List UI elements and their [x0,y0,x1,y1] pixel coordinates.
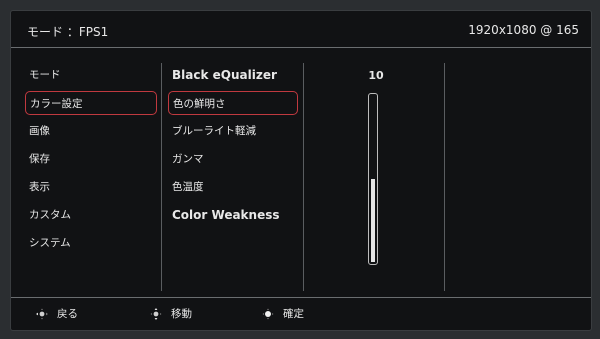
osd-header: モード ：FPS1 1920x1080 @ 165 [11,11,591,48]
column-divider [161,63,162,291]
submenu-item-color-vibrance[interactable]: 色の鮮明さ [168,91,298,115]
submenu-item-color-temperature[interactable]: 色温度 [168,175,298,199]
column-divider [444,63,445,291]
setting-value: 10 [368,69,384,82]
joystick-press-icon [261,307,275,321]
hint-confirm-label: 確定 [283,308,304,320]
submenu: Black eQualizer 色の鮮明さ ブルーライト軽減 ガンマ 色温度 C… [168,63,298,231]
joystick-left-icon [35,307,49,321]
menu-item-mode[interactable]: モード [25,63,157,87]
hint-confirm: 確定 [261,307,304,321]
slider-fill [371,179,375,262]
menu-item-display[interactable]: 表示 [25,175,157,199]
current-mode: モード ：FPS1 [27,25,109,39]
menu-item-custom[interactable]: カスタム [25,203,157,227]
osd-footer: 戻る 移動 確定 [11,297,591,331]
column-divider [303,63,304,291]
osd-screen: モード ：FPS1 1920x1080 @ 165 モード カラー設定 画像 保… [10,10,592,331]
submenu-item-black-equalizer[interactable]: Black eQualizer [168,63,298,87]
submenu-item-gamma[interactable]: ガンマ [168,147,298,171]
menu-item-color-settings[interactable]: カラー設定 [25,91,157,115]
submenu-item-color-weakness[interactable]: Color Weakness [168,203,298,227]
menu-item-image[interactable]: 画像 [25,119,157,143]
submenu-item-low-blue-light[interactable]: ブルーライト軽減 [168,119,298,143]
main-menu: モード カラー設定 画像 保存 表示 カスタム システム [25,63,157,259]
hint-move: 移動 [149,307,192,321]
value-slider[interactable] [368,93,378,265]
resolution-readout: 1920x1080 @ 165 [468,23,579,37]
menu-item-save[interactable]: 保存 [25,147,157,171]
menu-item-system[interactable]: システム [25,231,157,255]
joystick-up-down-icon [149,307,163,321]
hint-move-label: 移動 [171,308,192,320]
hint-back-label: 戻る [57,308,78,320]
hint-back: 戻る [35,307,78,321]
